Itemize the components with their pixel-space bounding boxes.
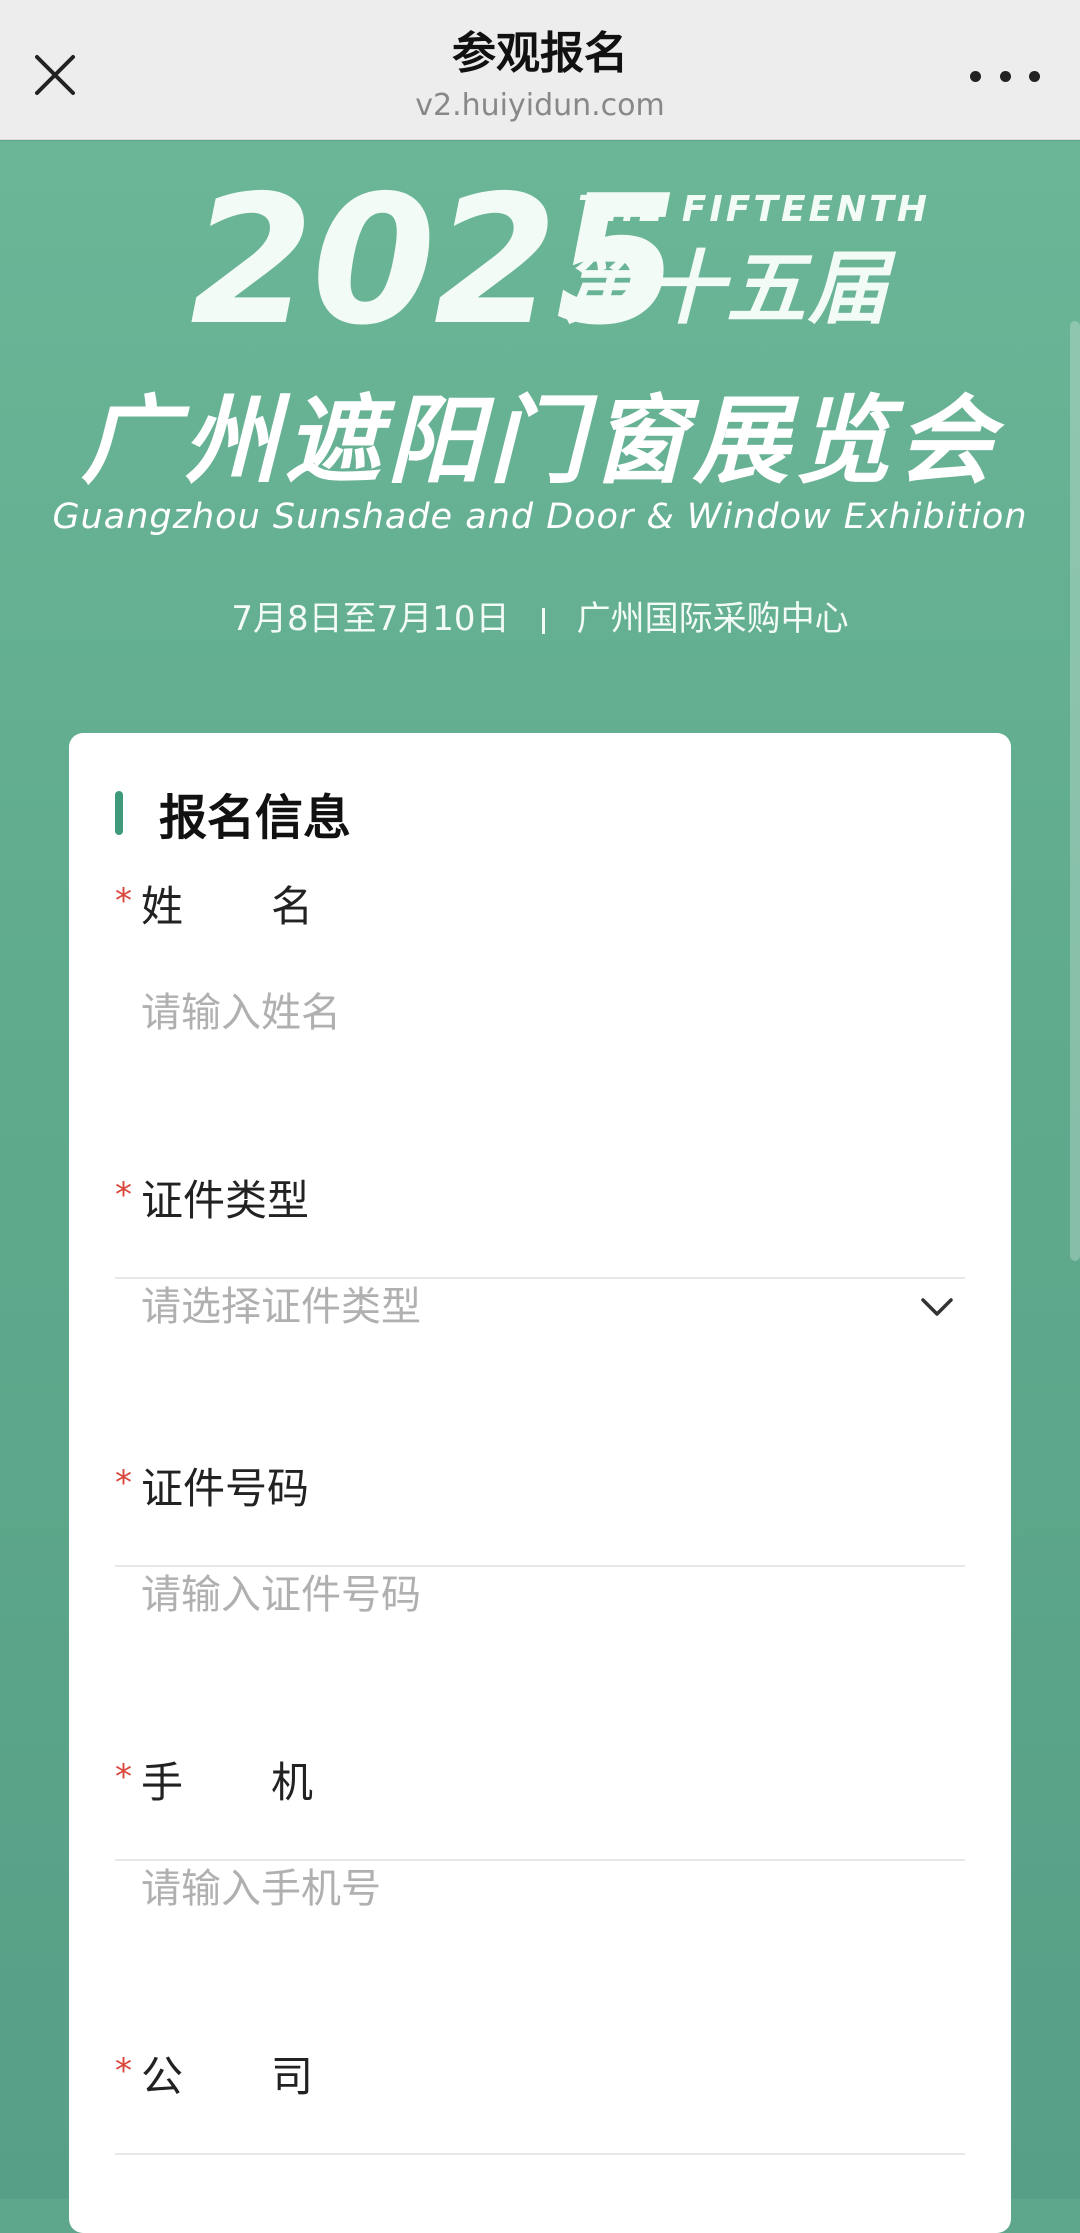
name-input[interactable] [141, 983, 941, 1043]
id-type-select[interactable]: 请选择证件类型 [141, 1277, 965, 1337]
name-label-char2: 名 [271, 882, 314, 931]
top-navbar: 参观报名 v2.huiyidun.com [0, 0, 1080, 140]
id-type-label-text: 证件类型 [141, 1176, 310, 1225]
required-mark: * [115, 1757, 132, 1797]
required-mark: * [115, 1463, 132, 1503]
section-accent-bar [115, 791, 123, 835]
id-type-label: * 证件类型 [115, 1173, 965, 1229]
phone-label-char2: 机 [271, 1758, 314, 1807]
section-title: 报名信息 [159, 790, 352, 846]
more-dot [999, 70, 1011, 82]
phone-field: * 手 机 [115, 1755, 965, 1919]
id-number-label-text: 证件号码 [141, 1464, 310, 1513]
banner-date-venue: 7月8日至7月10日 广州国际采购中心 [0, 591, 1080, 640]
id-number-input[interactable] [141, 1565, 941, 1625]
company-label-char1: 公 [141, 2052, 184, 2101]
company-label-char2: 司 [271, 2052, 314, 2101]
company-label: * 公 司 [115, 2049, 965, 2105]
nav-title-block: 参观报名 v2.huiyidun.com [0, 24, 1080, 128]
more-options-icon[interactable] [970, 58, 1040, 94]
name-field: * 姓 名 [115, 879, 965, 1043]
company-field: * 公 司 [115, 2049, 965, 2105]
phone-label-char1: 手 [141, 1758, 184, 1807]
id-number-field: * 证件号码 [115, 1461, 965, 1625]
section-header: 报名信息 [115, 783, 351, 846]
phone-label: * 手 机 [115, 1755, 965, 1811]
phone-input[interactable] [141, 1859, 941, 1919]
registration-form-card: 报名信息 * 姓 名 * 证件类型 请选择证件类型 [69, 733, 1011, 2233]
banner-expo-name-cn: 广州遮阳门窗展览会 [81, 385, 999, 497]
banner-edition-en: THE FIFTEENTH [578, 189, 930, 230]
name-label: * 姓 名 [115, 879, 965, 935]
page-body: 2025 THE FIFTEENTH 第十五届 广州遮阳门窗展览会 Guangz… [0, 141, 1080, 2233]
banner-venue: 广州国际采购中心 [576, 599, 849, 639]
banner-dates: 7月8日至7月10日 [231, 599, 510, 639]
banner-expo-name-en: Guangzhou Sunshade and Door & Window Exh… [52, 497, 1028, 537]
page-url: v2.huiyidun.com [415, 88, 665, 123]
required-mark: * [115, 881, 132, 921]
more-dot [970, 70, 981, 82]
banner-edition-cn: 第十五届 [562, 242, 890, 335]
required-mark: * [115, 1175, 132, 1215]
expo-banner: 2025 THE FIFTEENTH 第十五届 广州遮阳门窗展览会 Guangz… [0, 141, 1080, 701]
id-number-label: * 证件号码 [115, 1461, 965, 1517]
id-type-placeholder: 请选择证件类型 [141, 1284, 421, 1330]
more-dot [1029, 70, 1040, 82]
required-mark: * [115, 2051, 132, 2091]
divider [115, 2153, 965, 2155]
id-type-field: * 证件类型 请选择证件类型 [115, 1173, 965, 1337]
divider [541, 607, 545, 634]
page-title: 参观报名 [452, 28, 628, 79]
name-label-char1: 姓 [141, 882, 184, 931]
chevron-down-icon [921, 1298, 953, 1316]
